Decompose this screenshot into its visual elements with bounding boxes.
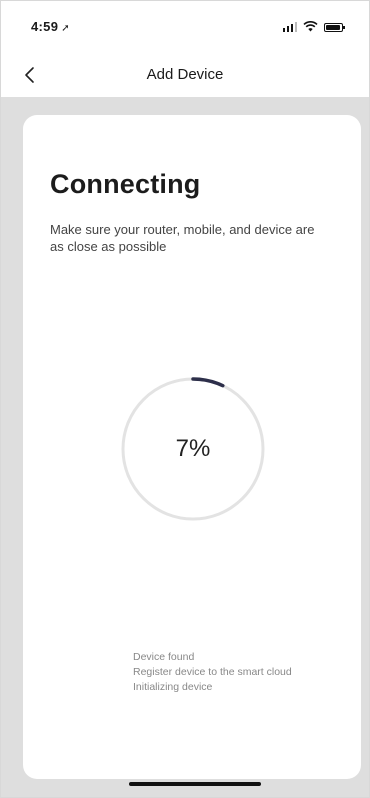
page-title: Add Device — [146, 66, 224, 83]
step-register-device: Register device to the smart cloud — [133, 666, 292, 678]
connecting-card: Connecting Make sure your router, mobile… — [23, 115, 361, 779]
status-bar: 4:59 ➚ — [1, 1, 369, 53]
phone-screen: 4:59 ➚ Add Device Connecting Make sure yo… — [0, 0, 370, 798]
status-time: 4:59 ➚ — [31, 19, 70, 34]
status-steps: Device found Register device to the smar… — [133, 650, 292, 695]
status-time-text: 4:59 — [31, 19, 59, 34]
location-icon: ➚ — [61, 23, 70, 34]
nav-bar: Add Device — [1, 53, 369, 97]
status-icons — [282, 20, 345, 32]
wifi-icon — [303, 21, 318, 32]
step-device-found: Device found — [133, 651, 195, 663]
step-initializing: Initializing device — [133, 681, 213, 693]
progress-percent: 7% — [175, 435, 211, 462]
card-subtitle: Make sure your router, mobile, and devic… — [50, 222, 315, 254]
signal-icon — [282, 22, 297, 32]
home-indicator — [129, 782, 261, 786]
battery-icon — [324, 23, 345, 32]
card-title: Connecting — [50, 169, 201, 199]
